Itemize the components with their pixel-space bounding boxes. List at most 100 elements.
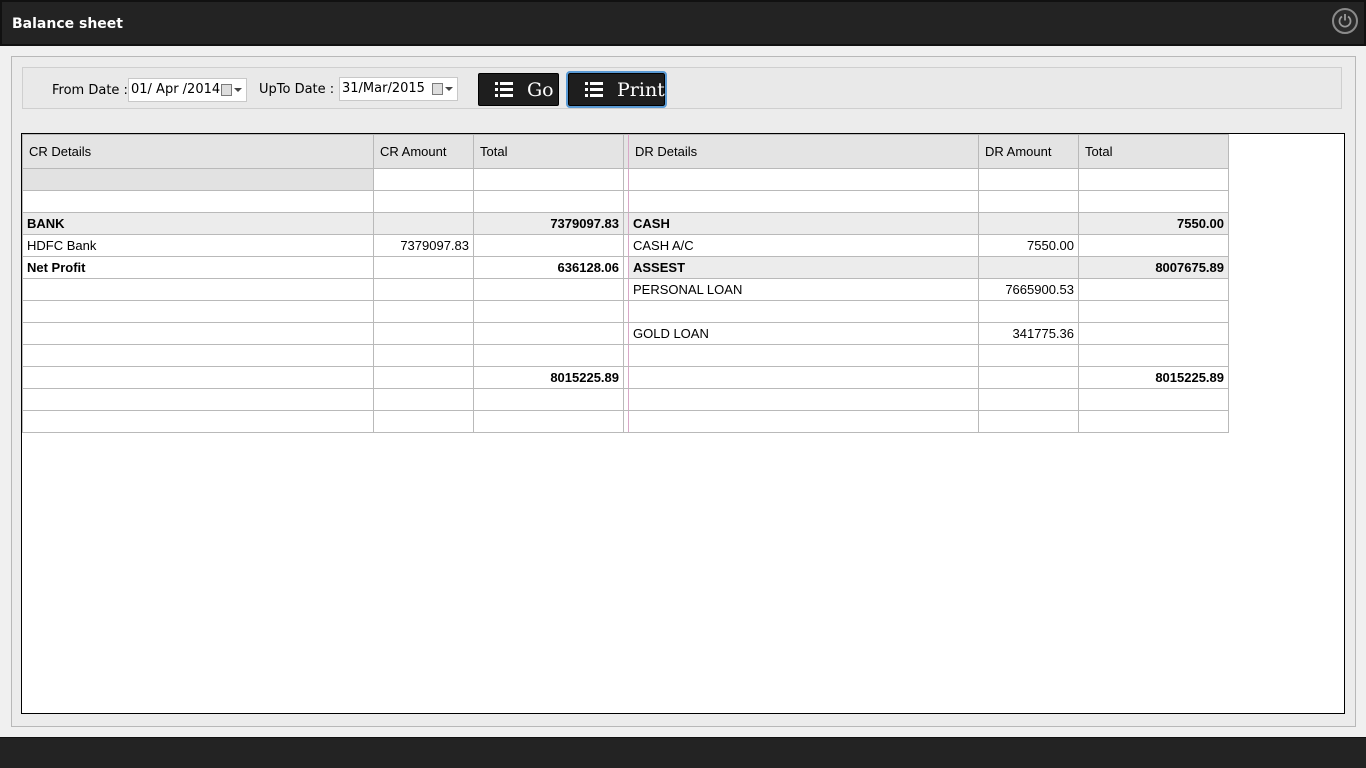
cell-cr-amount[interactable]	[373, 190, 474, 213]
cell-dr-total[interactable]: 8007675.89	[1078, 256, 1229, 279]
cell-cr-amount[interactable]: 7379097.83	[373, 234, 474, 257]
cell-dr-details[interactable]	[628, 344, 979, 367]
chevron-down-icon[interactable]	[234, 88, 242, 92]
table-row[interactable]: GOLD LOAN 341775.36	[22, 322, 1229, 345]
print-button[interactable]: Print	[566, 71, 667, 108]
header-cr-details[interactable]: CR Details	[22, 134, 374, 169]
cell-cr-details[interactable]	[22, 190, 374, 213]
cell-cr-total[interactable]	[473, 234, 624, 257]
cell-cr-total[interactable]	[473, 344, 624, 367]
cell-dr-amount[interactable]	[978, 300, 1079, 323]
table-row[interactable]: HDFC Bank 7379097.83 CASH A/C 7550.00	[22, 234, 1229, 257]
cell-dr-details[interactable]	[628, 388, 979, 411]
cell-dr-total[interactable]	[1078, 300, 1229, 323]
cell-cr-details[interactable]: Net Profit	[22, 256, 374, 279]
cell-dr-details[interactable]: ASSEST	[628, 256, 979, 279]
cell-cr-details[interactable]	[22, 300, 374, 323]
cell-dr-total[interactable]	[1078, 190, 1229, 213]
cell-cr-amount[interactable]	[373, 344, 474, 367]
table-row[interactable]: PERSONAL LOAN 7665900.53	[22, 278, 1229, 301]
cell-cr-amount[interactable]	[373, 388, 474, 411]
cell-cr-total[interactable]: 8015225.89	[473, 366, 624, 389]
cell-dr-details[interactable]: CASH	[628, 212, 979, 235]
table-row[interactable]: 8015225.89 8015225.89	[22, 366, 1229, 389]
cell-dr-amount[interactable]: 341775.36	[978, 322, 1079, 345]
header-dr-total[interactable]: Total	[1078, 134, 1229, 169]
header-cr-amount[interactable]: CR Amount	[373, 134, 474, 169]
header-dr-amount[interactable]: DR Amount	[978, 134, 1079, 169]
cell-dr-amount[interactable]	[978, 190, 1079, 213]
table-row[interactable]: Net Profit 636128.06 ASSEST 8007675.89	[22, 256, 1229, 279]
cell-cr-total[interactable]: 636128.06	[473, 256, 624, 279]
cell-dr-details[interactable]	[628, 168, 979, 191]
table-row[interactable]	[22, 168, 1229, 191]
cell-cr-details[interactable]	[22, 388, 374, 411]
table-row[interactable]	[22, 190, 1229, 213]
cell-cr-total[interactable]	[473, 410, 624, 433]
cell-dr-details[interactable]	[628, 366, 979, 389]
cell-dr-total[interactable]: 8015225.89	[1078, 366, 1229, 389]
cell-dr-total[interactable]	[1078, 168, 1229, 191]
cell-dr-total[interactable]	[1078, 234, 1229, 257]
cell-cr-details[interactable]	[22, 410, 374, 433]
header-dr-details[interactable]: DR Details	[628, 134, 979, 169]
cell-dr-total[interactable]	[1078, 322, 1229, 345]
cell-cr-total[interactable]	[473, 322, 624, 345]
cell-dr-details[interactable]: CASH A/C	[628, 234, 979, 257]
cell-cr-amount[interactable]	[373, 278, 474, 301]
cell-cr-details[interactable]: BANK	[22, 212, 374, 235]
cell-cr-amount[interactable]	[373, 410, 474, 433]
cell-cr-details[interactable]	[22, 344, 374, 367]
cell-dr-total[interactable]	[1078, 410, 1229, 433]
cell-dr-amount[interactable]: 7665900.53	[978, 278, 1079, 301]
cell-cr-amount[interactable]	[373, 256, 474, 279]
cell-cr-amount[interactable]	[373, 212, 474, 235]
cell-dr-total[interactable]: 7550.00	[1078, 212, 1229, 235]
cell-dr-amount[interactable]: 7550.00	[978, 234, 1079, 257]
print-label: Print	[617, 79, 665, 101]
table-row[interactable]	[22, 410, 1229, 433]
cell-dr-details[interactable]: PERSONAL LOAN	[628, 278, 979, 301]
cell-dr-amount[interactable]	[978, 344, 1079, 367]
cell-cr-details[interactable]	[22, 366, 374, 389]
cell-cr-total[interactable]	[473, 300, 624, 323]
table-row[interactable]: BANK 7379097.83 CASH 7550.00	[22, 212, 1229, 235]
cell-dr-total[interactable]	[1078, 278, 1229, 301]
cell-cr-amount[interactable]	[373, 366, 474, 389]
cell-dr-amount[interactable]	[978, 168, 1079, 191]
cell-cr-total[interactable]: 7379097.83	[473, 212, 624, 235]
cell-dr-details[interactable]	[628, 410, 979, 433]
cell-dr-amount[interactable]	[978, 256, 1079, 279]
cell-cr-total[interactable]	[473, 278, 624, 301]
cell-dr-amount[interactable]	[978, 212, 1079, 235]
cell-dr-details[interactable]	[628, 300, 979, 323]
table-row[interactable]	[22, 344, 1229, 367]
cell-dr-amount[interactable]	[978, 366, 1079, 389]
cell-cr-amount[interactable]	[373, 168, 474, 191]
cell-dr-amount[interactable]	[978, 410, 1079, 433]
cell-dr-amount[interactable]	[978, 388, 1079, 411]
from-date-picker[interactable]: 01/ Apr /2014	[128, 78, 247, 102]
cell-cr-amount[interactable]	[373, 322, 474, 345]
go-button[interactable]: Go	[478, 73, 559, 106]
table-row[interactable]	[22, 388, 1229, 411]
cell-cr-total[interactable]	[473, 190, 624, 213]
upto-date-picker[interactable]: 31/Mar/2015	[339, 77, 458, 101]
cell-dr-details[interactable]	[628, 190, 979, 213]
cell-cr-total[interactable]	[473, 168, 624, 191]
table-row[interactable]	[22, 300, 1229, 323]
cell-cr-details[interactable]: HDFC Bank	[22, 234, 374, 257]
chevron-down-icon[interactable]	[445, 87, 453, 91]
cell-dr-total[interactable]	[1078, 388, 1229, 411]
cell-dr-total[interactable]	[1078, 344, 1229, 367]
cell-cr-amount[interactable]	[373, 300, 474, 323]
calendar-icon[interactable]	[432, 83, 443, 95]
cell-cr-details[interactable]	[22, 168, 374, 191]
cell-cr-details[interactable]	[22, 278, 374, 301]
close-button[interactable]	[1332, 8, 1358, 34]
header-cr-total[interactable]: Total	[473, 134, 624, 169]
cell-dr-details[interactable]: GOLD LOAN	[628, 322, 979, 345]
cell-cr-total[interactable]	[473, 388, 624, 411]
cell-cr-details[interactable]	[22, 322, 374, 345]
calendar-icon[interactable]	[221, 84, 232, 96]
